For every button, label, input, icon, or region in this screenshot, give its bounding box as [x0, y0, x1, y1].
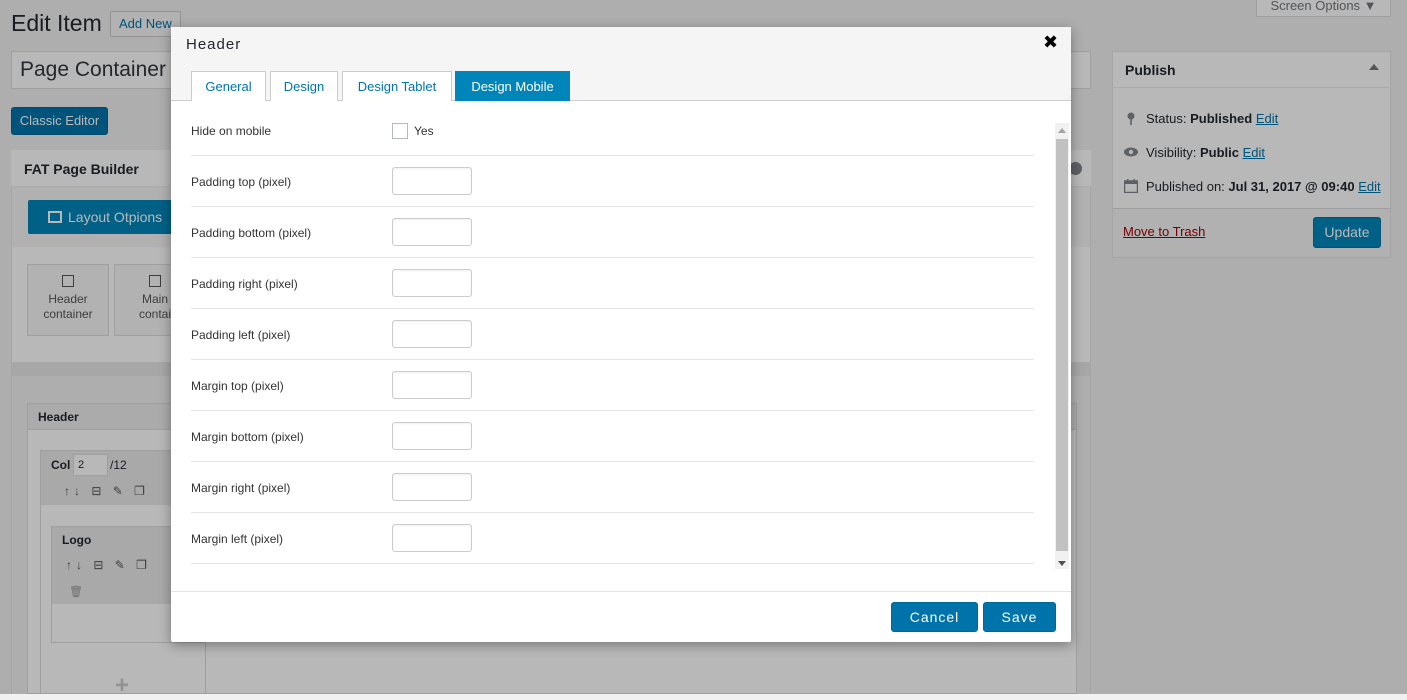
scroll-down-arrow-icon[interactable]	[1058, 561, 1066, 566]
margin-right-row: Margin right (pixel)	[191, 462, 1034, 513]
hide-on-mobile-option: Yes	[392, 122, 434, 139]
scrollbar-thumb[interactable]	[1056, 139, 1068, 551]
dialog-header: Header ✖	[171, 27, 1071, 61]
margin-top-label: Margin top (pixel)	[191, 379, 284, 393]
scroll-up-arrow-icon[interactable]	[1058, 128, 1066, 133]
padding-left-row: Padding left (pixel)	[191, 309, 1034, 360]
padding-right-label: Padding right (pixel)	[191, 277, 298, 291]
padding-top-label: Padding top (pixel)	[191, 175, 292, 189]
padding-bottom-row: Padding bottom (pixel)	[191, 207, 1034, 258]
hide-on-mobile-checkbox[interactable]	[392, 122, 408, 139]
margin-right-label: Margin right (pixel)	[191, 481, 291, 495]
header-settings-dialog: Header ✖ General Design Design Tablet De…	[171, 27, 1071, 642]
settings-form: Hide on mobile Yes Padding top (pixel) P…	[191, 101, 1034, 564]
padding-bottom-label: Padding bottom (pixel)	[191, 226, 312, 240]
tab-design-tablet[interactable]: Design Tablet	[342, 71, 452, 101]
save-button[interactable]: Save	[983, 602, 1056, 632]
margin-bottom-input[interactable]	[392, 422, 472, 450]
padding-bottom-input[interactable]	[392, 218, 472, 246]
margin-top-row: Margin top (pixel)	[191, 360, 1034, 411]
margin-bottom-label: Margin bottom (pixel)	[191, 430, 304, 444]
hide-on-mobile-row: Hide on mobile Yes	[191, 101, 1034, 156]
margin-top-input[interactable]	[392, 371, 472, 399]
checkbox-yes-label[interactable]: Yes	[414, 124, 434, 138]
dialog-title: Header	[186, 36, 242, 53]
padding-left-label: Padding left (pixel)	[191, 328, 291, 342]
dialog-scrollbar[interactable]	[1055, 123, 1069, 569]
padding-right-input[interactable]	[392, 269, 472, 297]
margin-left-label: Margin left (pixel)	[191, 532, 284, 546]
cancel-button[interactable]: Cancel	[891, 602, 978, 632]
tab-general[interactable]: General	[191, 71, 266, 101]
tab-bar: General Design Design Tablet Design Mobi…	[171, 61, 1071, 101]
dialog-footer: Cancel Save	[171, 591, 1071, 642]
margin-right-input[interactable]	[392, 473, 472, 501]
dialog-body: Hide on mobile Yes Padding top (pixel) P…	[171, 101, 1071, 591]
close-icon[interactable]: ✖	[1043, 33, 1058, 51]
hide-on-mobile-label: Hide on mobile	[191, 124, 272, 138]
padding-left-input[interactable]	[392, 320, 472, 348]
margin-left-input[interactable]	[392, 524, 472, 552]
margin-bottom-row: Margin bottom (pixel)	[191, 411, 1034, 462]
padding-right-row: Padding right (pixel)	[191, 258, 1034, 309]
tab-design-mobile[interactable]: Design Mobile	[455, 71, 570, 101]
padding-top-input[interactable]	[392, 167, 472, 195]
margin-left-row: Margin left (pixel)	[191, 513, 1034, 564]
padding-top-row: Padding top (pixel)	[191, 156, 1034, 207]
tab-design[interactable]: Design	[270, 71, 338, 101]
